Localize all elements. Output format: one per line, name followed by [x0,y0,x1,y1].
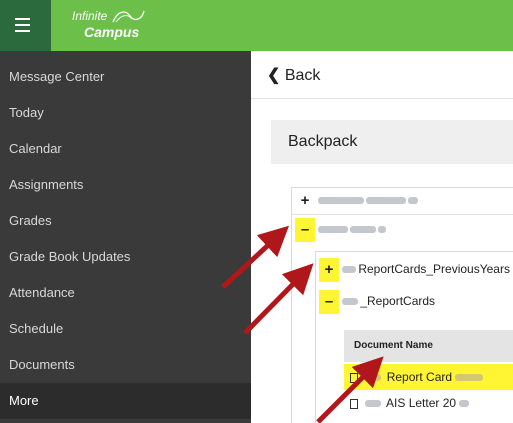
chevron-left-icon: ❮ [267,67,281,84]
document-icon [350,372,358,383]
tree-row-folder-previous-years[interactable]: + ReportCards_PreviousYears [319,256,513,282]
sidebar-item-calendar[interactable]: Calendar [0,131,251,167]
sidebar-item-documents[interactable]: Documents [0,347,251,383]
document-label: Report Card [386,370,453,384]
sidebar-item-schedule[interactable]: Schedule [0,311,251,347]
tree-row-student-1[interactable]: + [295,187,513,213]
sidebar-item-assignments[interactable]: Assignments [0,167,251,203]
redacted-school [342,298,359,306]
row-divider [291,214,513,215]
doc-column-header: Document Name [344,330,513,362]
sidebar-item-attendance[interactable]: Attendance [0,275,251,311]
redacted-school [365,374,382,382]
folder-label: _ReportCards [360,294,436,308]
expand-icon[interactable]: + [319,257,339,282]
back-label: Back [284,67,321,84]
redacted-term [459,400,470,408]
tree-row-folder-report-cards[interactable]: – _ReportCards [319,288,513,314]
document-label: AIS Letter 20 [386,396,457,410]
redacted-name [318,197,365,205]
logo: Infinite Campus [72,5,182,45]
document-row-ais-letter[interactable]: AIS Letter 20 [344,390,513,416]
tree-row-student-2[interactable]: – [295,216,513,242]
sidebar: Message Center Today Calendar Assignment… [0,51,251,423]
expand-icon[interactable]: + [295,189,315,213]
sidebar-item-today[interactable]: Today [0,95,251,131]
collapse-icon[interactable]: – [319,289,339,314]
menu-button[interactable] [0,0,51,51]
main-content: ❮ Back Backpack + – + ReportCards_Previo… [251,51,513,423]
sidebar-item-message-center[interactable]: Message Center [0,59,251,95]
back-button[interactable]: ❮ Back [267,65,320,85]
collapse-icon[interactable]: – [295,217,315,242]
divider [251,98,513,99]
document-icon [350,398,358,409]
redacted-name [318,226,349,234]
redacted-term [455,374,484,382]
document-row-report-card[interactable]: Report Card [344,364,513,390]
redacted-school [365,400,382,408]
sidebar-item-grade-book-updates[interactable]: Grade Book Updates [0,239,251,275]
redacted-school [342,266,357,274]
logo-swoosh-icon [112,10,145,23]
page-title: Backpack [271,120,513,164]
menu-icon [15,18,30,20]
sidebar-item-more[interactable]: More [0,383,251,419]
logo-top: Infinite [72,9,108,23]
folder-label: ReportCards_PreviousYears [358,262,510,276]
logo-bottom: Campus [84,24,140,40]
sidebar-item-grades[interactable]: Grades [0,203,251,239]
app-header: Infinite Campus [0,0,513,51]
